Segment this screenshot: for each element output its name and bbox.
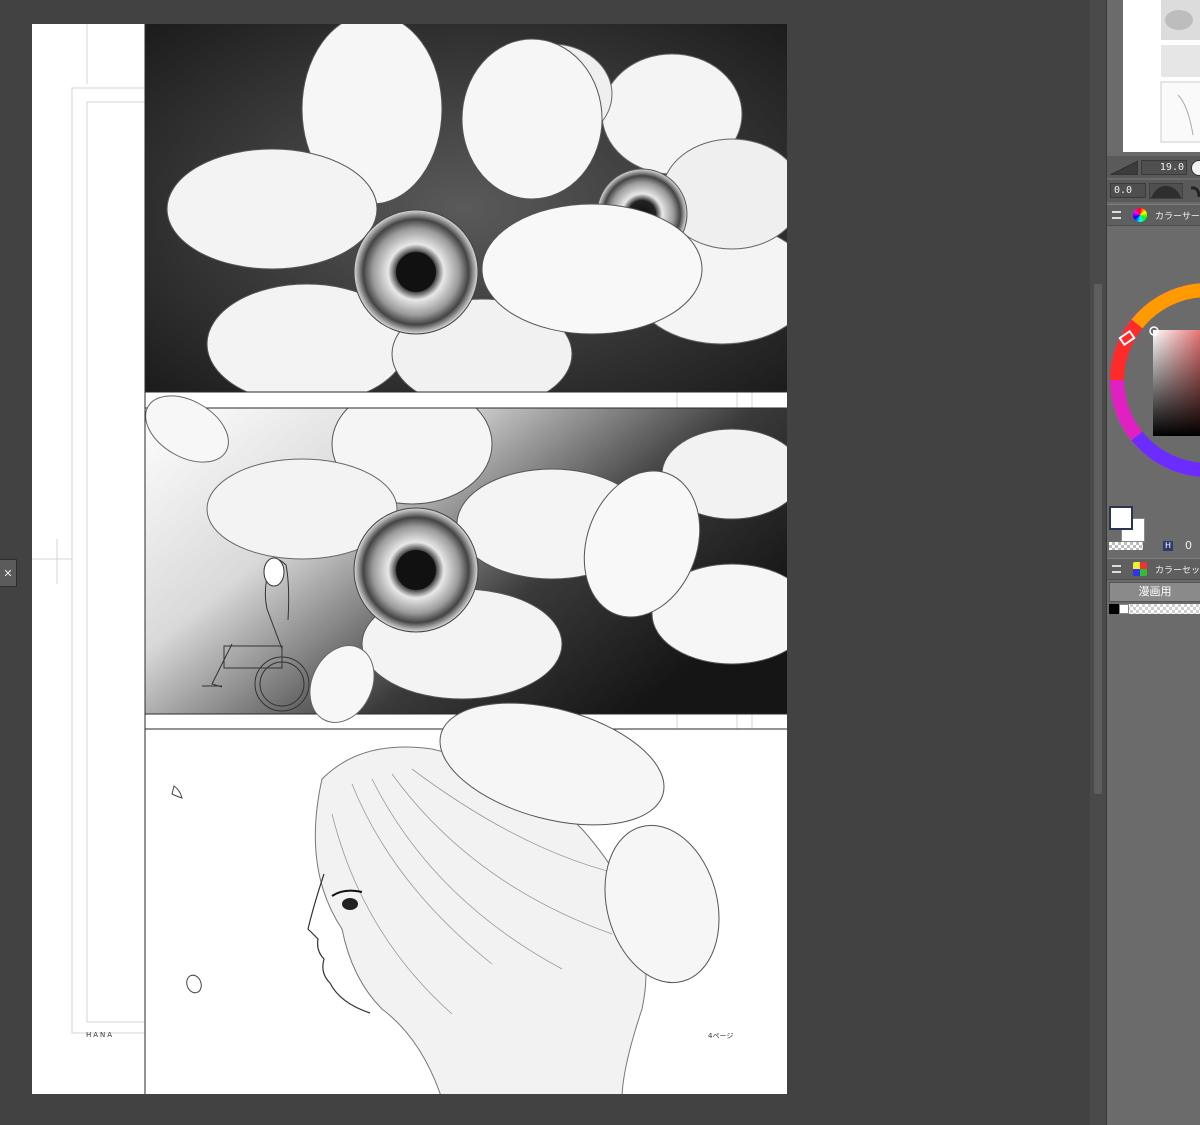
brush-size-row: 19.0 [1107,156,1200,178]
right-dock-panel: 19.0 0.0 カラーサークル [1106,0,1200,1125]
black-swatch[interactable] [1109,604,1119,614]
main-color-swatch[interactable] [1109,506,1133,530]
panel-scrollbar-thumb[interactable] [1094,284,1102,794]
stabilization-curve-icon[interactable] [1149,183,1183,199]
color-circle-header[interactable]: カラーサークル [1107,204,1200,226]
color-set-icon [1133,562,1147,576]
undo-arrow-icon[interactable] [1187,183,1200,199]
color-circle-label: カラーサークル [1155,212,1200,222]
opacity-row: 0.0 [1107,180,1200,202]
color-wheel[interactable] [1107,280,1200,485]
hue-mode-icon[interactable]: H [1163,541,1173,551]
close-panel-button[interactable]: ✕ [0,559,17,587]
color-swatch-strip[interactable] [1109,604,1200,614]
minus-icon[interactable] [1191,160,1200,176]
panel-1 [145,24,787,392]
panel-menu-icon[interactable] [1112,565,1121,573]
manga-artwork [32,24,787,1094]
brush-size-slider-left[interactable] [1110,159,1138,175]
transparent-color-swatch[interactable] [1109,542,1143,550]
opacity-field[interactable]: 0.0 [1110,183,1146,198]
footer-page-number: 4ページ [708,1032,734,1040]
panel-2 [145,408,787,714]
close-icon: ✕ [3,566,13,580]
navigator-preview[interactable] [1123,0,1200,152]
canvas-page[interactable]: HANA 4ページ [32,24,787,1094]
color-set-tab[interactable]: 漫画用 [1109,582,1200,602]
hue-value: 0 [1185,539,1192,552]
brush-size-field[interactable]: 19.0 [1141,160,1187,175]
color-set-label: カラーセット [1155,566,1200,576]
panel-menu-icon[interactable] [1112,211,1121,219]
white-swatch[interactable] [1119,604,1129,614]
footer-title: HANA [86,1031,115,1039]
navigator-thumbnail [1123,0,1200,152]
color-set-header[interactable]: カラーセット [1107,558,1200,580]
color-wheel-icon [1133,208,1147,222]
